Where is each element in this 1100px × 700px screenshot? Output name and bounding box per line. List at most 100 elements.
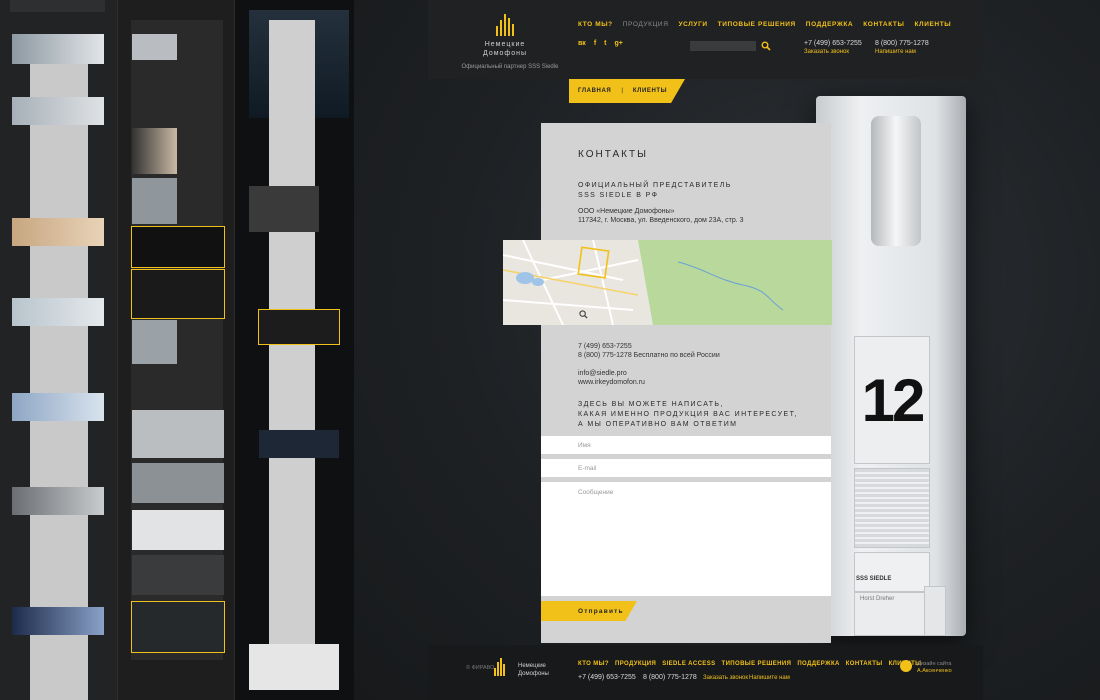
footer-nav-about[interactable]: Кто мы? <box>578 661 609 667</box>
logo-name-line1: Немецкие <box>484 41 526 48</box>
main-nav: Кто мы? Продукция Услуги Типовые решения… <box>578 21 951 28</box>
thumbnail-image <box>12 487 104 515</box>
representative-line2: SSS Siedle в РФ <box>578 192 659 199</box>
form-intro-line2: какая именно продукция вас интересует, <box>578 411 798 418</box>
designer-name: А.Аксенченко <box>917 668 952 674</box>
facebook-icon[interactable]: f <box>594 40 596 47</box>
thumbnail-image <box>12 218 104 246</box>
thumbnail-image <box>258 309 340 345</box>
thumbnail-image <box>132 178 177 224</box>
form-intro-line3: а мы оперативно вам ответим <box>578 421 738 428</box>
footer-logo-icon[interactable] <box>494 658 508 676</box>
thumbnail-page <box>269 20 315 690</box>
speaker-grille <box>854 468 930 548</box>
nav-item-services[interactable]: Услуги <box>679 21 708 28</box>
footer-nav: Кто мы? Продукция Siedle Access Типовые … <box>578 661 921 667</box>
breadcrumb-home[interactable]: Главная <box>578 88 611 94</box>
search-icon[interactable] <box>761 41 771 51</box>
thumbnail-column-1 <box>0 0 117 700</box>
contact-card: Контакты Официальный представитель SSS S… <box>541 123 831 643</box>
thumbnail-image <box>249 186 319 232</box>
address-line: 117342, г. Москва, ул. Введенского, дом … <box>578 217 744 224</box>
thumbnail-image <box>12 34 104 64</box>
name-plate-text: Horst Dreher <box>860 596 895 602</box>
breadcrumb-current[interactable]: Клиенты <box>633 88 667 94</box>
breadcrumb: Главная | Клиенты <box>569 79 685 103</box>
footer-nav-support[interactable]: Поддержка <box>797 661 839 667</box>
thumbnail-image <box>132 555 224 595</box>
thumbnail-image <box>12 298 104 326</box>
intercom-device-image: 12 SSS SIEDLE Horst Dreher <box>816 96 966 636</box>
contact-email[interactable]: info@siedle.pro <box>578 369 720 378</box>
footer-nav-contacts[interactable]: Контакты <box>846 661 883 667</box>
designer-label: Дизайн сайта <box>917 661 952 667</box>
vk-icon[interactable]: вк <box>578 40 586 47</box>
thumbnail-image <box>131 226 225 268</box>
send-button[interactable]: Отправить <box>541 601 637 621</box>
header-phone-2: 8 (800) 775-1278 <box>875 40 929 47</box>
thumbnail-image <box>12 97 104 125</box>
footer-nav-products[interactable]: Продукция <box>615 661 656 667</box>
thumbnail-header <box>10 0 105 12</box>
device-brand: SSS SIEDLE <box>856 576 892 582</box>
logo-icon <box>495 14 515 36</box>
nav-item-contacts[interactable]: Контакты <box>863 21 904 28</box>
representative-line1: Официальный представитель <box>578 182 732 189</box>
company-address: ООО «Немецкие Домофоны» 117342, г. Москв… <box>578 207 744 225</box>
page-title: Контакты <box>578 149 648 160</box>
thumbnail-image <box>12 393 104 421</box>
contact-details: 7 (499) 653-7255 8 (800) 775-1278 Беспла… <box>578 342 720 387</box>
footer-nav-solutions[interactable]: Типовые решения <box>722 661 792 667</box>
contact-website[interactable]: www.irkeydomofon.ru <box>578 378 720 387</box>
social-links: вк f t g+ <box>578 40 623 47</box>
google-plus-icon[interactable]: g+ <box>615 40 623 47</box>
thumbnail-image <box>131 601 225 653</box>
thumbnail-image <box>132 320 177 364</box>
bell-button <box>924 586 946 636</box>
brand-strip <box>854 552 930 592</box>
partner-tagline: Официальный партнер SSS Siedle <box>461 64 559 70</box>
thumbnail-image <box>249 644 339 690</box>
map-zoom-icon[interactable] <box>579 310 588 319</box>
search-input[interactable] <box>690 41 756 51</box>
thumbnail-image <box>132 128 177 174</box>
request-call-link[interactable]: Заказать звонок <box>804 49 849 55</box>
name-field[interactable] <box>541 436 831 454</box>
thumbnail-image <box>12 607 104 635</box>
thumbnail-image <box>132 34 177 60</box>
footer-logo-name: Немецкие Домофоны <box>518 662 549 678</box>
nav-item-support[interactable]: Поддержка <box>806 21 853 28</box>
footer-nav-access[interactable]: Siedle Access <box>662 661 715 667</box>
map-graphic <box>503 240 832 325</box>
footer-write-us-link[interactable]: Напишите нам <box>749 675 790 681</box>
email-field[interactable] <box>541 459 831 477</box>
location-map[interactable] <box>503 240 832 325</box>
thumbnail-image <box>132 510 224 550</box>
company-name: ООО «Немецкие Домофоны» <box>578 208 675 215</box>
logo-name: Немецкие Домофоны <box>450 40 560 58</box>
footer-logo-line2: Домофоны <box>518 671 549 677</box>
copyright: © ФИРАВО <box>466 665 495 671</box>
designer-credit[interactable]: Дизайн сайта А.Аксенченко <box>917 661 952 675</box>
breadcrumb-separator: | <box>621 88 623 94</box>
nav-item-clients[interactable]: Клиенты <box>914 21 951 28</box>
footer-logo-line1: Немецкие <box>518 663 546 669</box>
thumbnail-image <box>132 410 224 458</box>
contact-phone-2: 8 (800) 775-1278 Бесплатно по всей Росси… <box>578 352 720 359</box>
nav-item-products[interactable]: Продукция <box>623 21 669 28</box>
thumbnail-column-2 <box>117 0 234 700</box>
write-us-link[interactable]: Напишите нам <box>875 49 916 55</box>
form-intro-line1: Здесь вы можете написать, <box>578 401 724 408</box>
site-footer <box>428 645 983 700</box>
form-intro: Здесь вы можете написать, какая именно п… <box>578 400 798 430</box>
twitter-icon[interactable]: t <box>604 40 606 47</box>
thumbnail-column-3 <box>234 0 354 700</box>
nav-item-solutions[interactable]: Типовые решения <box>718 21 796 28</box>
message-field[interactable] <box>541 482 831 596</box>
header-phone-1: +7 (499) 653-7255 <box>804 40 862 47</box>
thumbnail-image <box>132 463 224 503</box>
designer-icon <box>900 660 912 672</box>
footer-request-call-link[interactable]: Заказать звонок <box>703 675 748 681</box>
thumbnail-image <box>131 269 225 319</box>
nav-item-about[interactable]: Кто мы? <box>578 21 613 28</box>
